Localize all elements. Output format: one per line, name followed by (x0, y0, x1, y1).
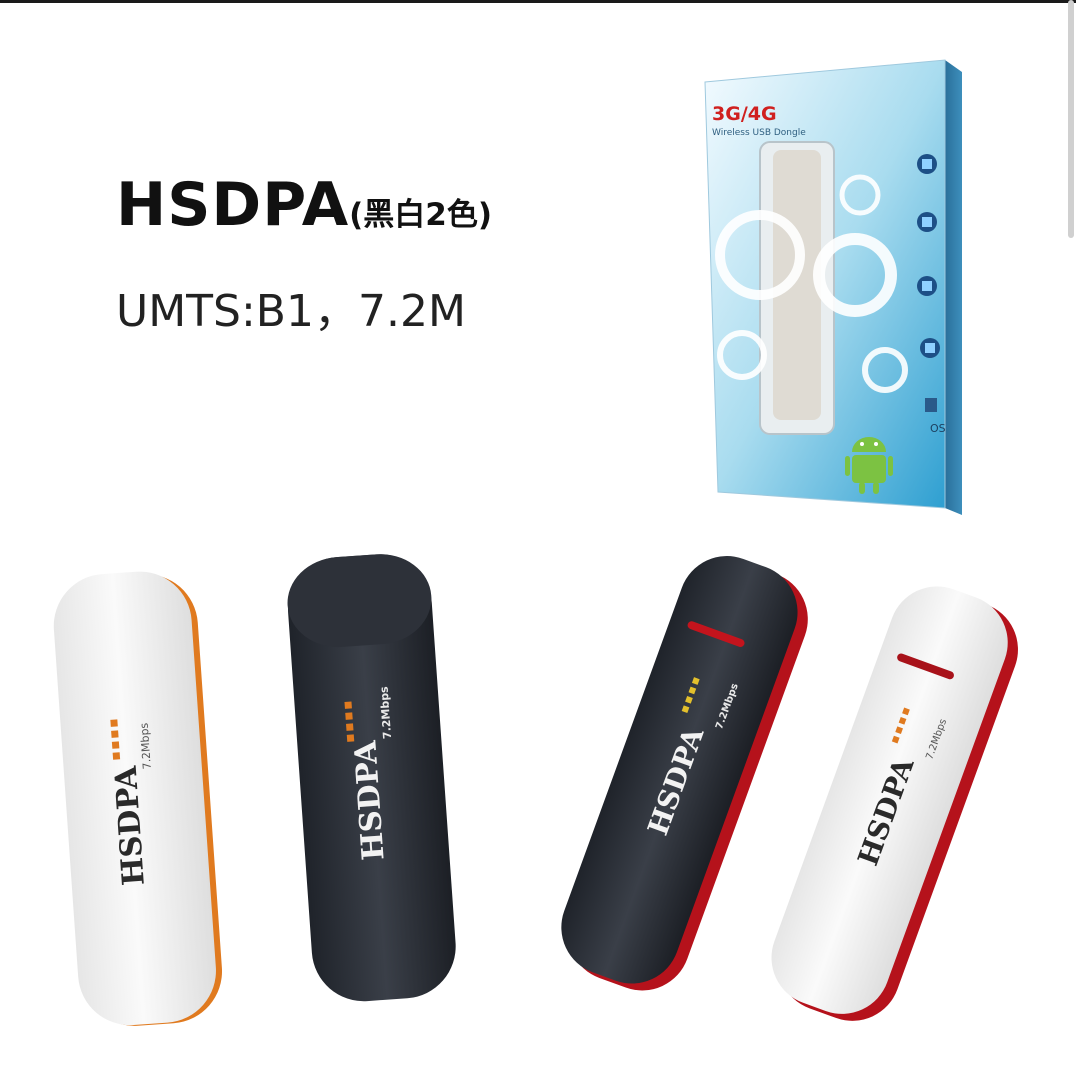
dongle-black-orange: HSDPA 7.2Mbps (287, 554, 456, 1002)
windows-icon (917, 276, 937, 296)
windows-icon (917, 212, 937, 232)
box-subtitle: Wireless USB Dongle (712, 128, 806, 138)
windows-icon (920, 338, 940, 358)
retail-box: 3G/4G Wireless USB Dongle OS (704, 59, 962, 515)
dongle-white-orange: HSDPA 7.2Mbps (53, 571, 223, 1026)
windows-icon (917, 154, 937, 174)
mac-icon (925, 398, 937, 412)
product-photo: 3G/4G Wireless USB Dongle OS HSDPA 7.2Mb… (53, 59, 1018, 1026)
box-os-label: OS (930, 422, 946, 435)
box-badge: 3G/4G (712, 103, 777, 125)
